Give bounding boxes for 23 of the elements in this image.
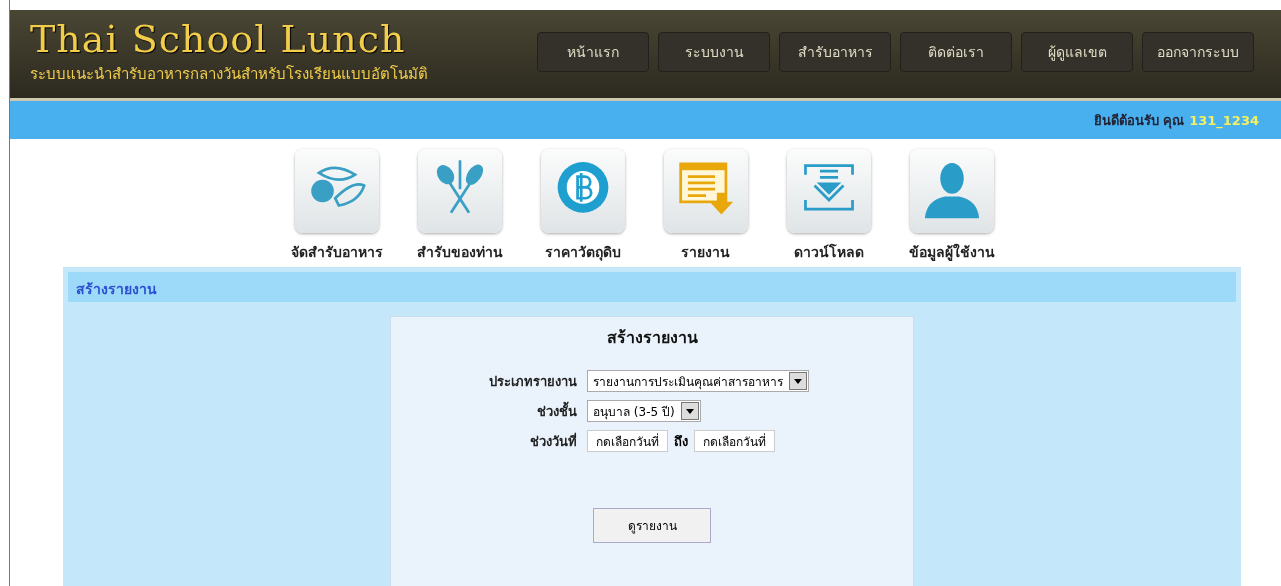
- field-label: ประเภทรายงาน: [488, 372, 577, 391]
- panel-title: สร้างรายงาน: [68, 272, 1236, 302]
- nav-button[interactable]: ติดต่อเรา: [900, 32, 1012, 72]
- nav-button[interactable]: สำรับอาหาร: [779, 32, 891, 72]
- site-tagline: ระบบแนะนำสำรับอาหารกลางวันสำหรับโรงเรียนแบบอัตโนมัติ: [30, 64, 428, 85]
- date-field[interactable]: กดเลือกวันที่: [587, 430, 668, 452]
- separator-text: ถึง: [674, 432, 688, 451]
- nav-button[interactable]: หน้าแรก: [537, 32, 649, 72]
- nav-button[interactable]: ออกจากระบบ: [1142, 32, 1254, 72]
- caret-icon: [794, 378, 802, 384]
- username: 131_1234: [1189, 112, 1259, 128]
- site-logo[interactable]: Thai School Lunch: [30, 18, 406, 60]
- field-label: ช่วงวันที่: [529, 431, 577, 451]
- view-report-button[interactable]: ดูรายงาน: [593, 508, 711, 543]
- grade-dropdown[interactable]: อนุบาล (3-5 ปี): [587, 400, 701, 422]
- report-type-dropdown[interactable]: รายงานการประเมินคุณค่าสารอาหาร: [587, 370, 809, 392]
- date-field[interactable]: กดเลือกวันที่: [694, 430, 775, 452]
- form-title: สร้างรายงาน: [606, 327, 698, 349]
- welcome-text: ยินดีต้อนรับ คุณ: [1093, 111, 1185, 131]
- caret-icon: [685, 408, 694, 414]
- field-label: ช่วงชั้น: [536, 400, 577, 421]
- nav-button[interactable]: ผู้ดูแลเขต: [1021, 32, 1133, 72]
- nav-button[interactable]: ระบบงาน: [658, 32, 770, 72]
